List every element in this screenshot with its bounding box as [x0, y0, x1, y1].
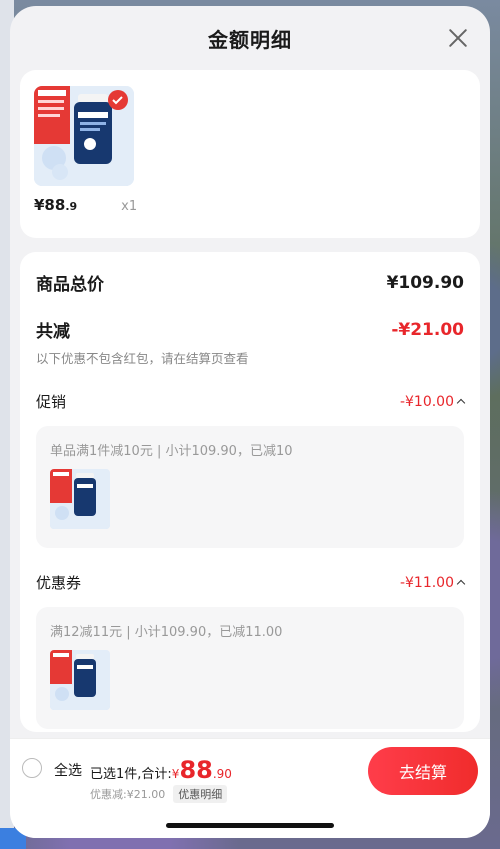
discount-note: 以下优惠不包含红包，请在结算页查看	[36, 351, 249, 366]
price-detail-card: 商品总价 ¥109.90 共减 -¥21.00 以下优惠不包含红包，请在结算页查…	[20, 252, 480, 732]
discount-label: 共减	[36, 322, 70, 342]
product-price-row: ¥88 .9 x1	[34, 196, 466, 214]
select-all-checkbox[interactable]	[22, 758, 42, 778]
discount-row: 共减 -¥21.00	[36, 317, 464, 343]
footer-yen: ¥	[171, 767, 180, 781]
discount-detail-link[interactable]: 优惠明细	[173, 785, 228, 803]
selected-summary: 已选1件,合计: ¥ 88 .90	[90, 756, 232, 784]
footer-total-dec: .90	[212, 767, 232, 781]
sheet-header: 金额明细	[10, 6, 490, 70]
product-price-decimal: .9	[65, 200, 78, 213]
footer-total-int: 88	[179, 756, 213, 784]
total-row: 商品总价 ¥109.90	[36, 270, 464, 296]
promotion-detail-text: 单品满1件减10元 | 小计109.90，已减10	[50, 444, 293, 459]
promotion-detail-box: 单品满1件减10元 | 小计109.90，已减10	[36, 426, 464, 548]
home-indicator	[166, 823, 334, 828]
discount-value: -¥21.00	[391, 319, 464, 340]
promotion-section-header[interactable]: 促销 -¥10.00	[36, 391, 466, 412]
saved-amount: 优惠减:¥21.00	[90, 788, 166, 801]
product-card: ¥88 .9 x1	[20, 70, 480, 238]
total-value: ¥109.90	[386, 272, 464, 293]
total-label: 商品总价	[36, 275, 104, 295]
saved-summary: 优惠减:¥21.00 优惠明细	[90, 785, 228, 803]
sheet-title: 金额明细	[208, 27, 292, 52]
coupon-amount: -¥11.00	[399, 574, 466, 591]
coupon-section-header[interactable]: 优惠券 -¥11.00	[36, 572, 466, 593]
close-icon[interactable]	[448, 28, 468, 48]
promotion-product-image[interactable]	[50, 469, 110, 529]
amount-detail-sheet: 金额明细 ¥88 .9 x1 商品总价 ¥109.90 共减 -¥21.00 以…	[10, 6, 490, 838]
product-image[interactable]	[34, 86, 134, 186]
coupon-detail-box: 满12减11元 | 小计109.90，已减11.00	[36, 607, 464, 729]
product-quantity: x1	[121, 199, 138, 214]
promotion-amount: -¥10.00	[399, 393, 466, 410]
select-all-label[interactable]: 全选	[54, 760, 82, 780]
chevron-up-icon[interactable]	[456, 398, 466, 408]
checkout-button[interactable]: 去结算	[368, 747, 478, 795]
product-price: ¥88	[34, 196, 66, 214]
promotion-amount-value: -¥10.00	[399, 393, 454, 410]
coupon-detail-text: 满12减11元 | 小计109.90，已减11.00	[50, 625, 283, 640]
coupon-amount-value: -¥11.00	[399, 574, 454, 591]
selected-prefix: 已选1件,合计:	[90, 767, 172, 782]
coupon-label: 优惠券	[36, 574, 82, 592]
promotion-label: 促销	[36, 393, 67, 411]
chevron-up-icon[interactable]	[456, 579, 466, 589]
coupon-product-image[interactable]	[50, 650, 110, 710]
